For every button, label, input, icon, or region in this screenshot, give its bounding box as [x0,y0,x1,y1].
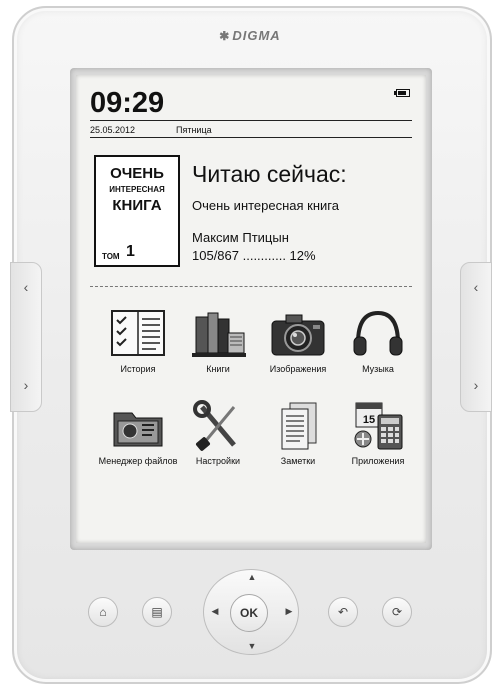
app-music[interactable]: Музыка [333,307,423,374]
header-divider-top [90,120,412,121]
app-books[interactable]: Книги [173,307,263,374]
notes-icon [281,402,317,450]
app-settings-label: Настройки [195,456,241,466]
current-book-cover[interactable]: ОЧЕНЬ ИНТЕРЕСНАЯ КНИГА ТОМ 1 [94,155,180,267]
app-settings[interactable]: Настройки [173,399,263,466]
settings-tools-icon [193,400,236,451]
header-divider-bottom [90,137,412,138]
app-history[interactable]: История [93,307,183,374]
reading-now-heading: Читаю сейчас: [192,161,347,187]
app-file-manager-label: Менеджер файлов [98,456,178,466]
back-button[interactable]: ↶ [328,597,358,627]
brand-logo: ✱ DIGMA [219,28,281,43]
cover-volume-label: ТОМ [102,252,120,261]
cover-title-line3: КНИГА [112,197,162,214]
cover-title-line2: ИНТЕРЕСНАЯ [109,185,165,194]
app-applications[interactable]: 15 Приложения [333,399,423,466]
history-checklist-icon [111,310,165,356]
page-back-button-left[interactable]: ‹ [11,279,41,295]
svg-text:15: 15 [363,414,375,426]
ok-button[interactable]: OK [230,594,268,632]
page-forward-button-left[interactable]: › [11,377,41,393]
current-book-author: Максим Птицын [192,230,289,245]
app-notes[interactable]: Заметки [253,399,343,466]
dpad-down-arrow[interactable]: ▼ [246,641,258,651]
right-page-turn-bar: ‹ › [460,262,492,412]
books-icon [192,312,246,357]
app-applications-label: Приложения [351,456,405,466]
app-file-manager[interactable]: Менеджер файлов [93,399,183,466]
apps-calendar-calculator-icon: 15 [354,402,403,450]
app-notes-label: Заметки [280,456,316,466]
left-page-turn-bar: ‹ › [10,262,42,412]
section-divider [90,286,412,287]
file-manager-icon [113,412,163,447]
app-images-label: Изображения [269,364,327,374]
home-button[interactable]: ⌂ [88,597,118,627]
page-forward-button-right[interactable]: › [461,377,491,393]
home-screen: 09:29 25.05.2012 Пятница ОЧЕНЬ ИНТЕРЕСНА… [76,75,426,543]
headphones-icon [353,310,403,356]
reading-progress: 105/867 ............ 12% [192,248,316,263]
dpad-up-arrow[interactable]: ▲ [246,572,258,582]
app-history-label: История [120,364,156,374]
battery-icon [394,89,410,97]
app-images[interactable]: Изображения [253,307,343,374]
current-book-title[interactable]: Очень интересная книга [192,198,339,213]
page-back-button-right[interactable]: ‹ [461,279,491,295]
cover-title-line1: ОЧЕНЬ [110,165,164,182]
clock: 09:29 [90,87,165,119]
weekday-label: Пятница [176,125,212,135]
cover-volume-number: 1 [126,243,135,260]
dpad-right-arrow[interactable]: ▶ [283,606,295,617]
rotate-refresh-button[interactable]: ⟳ [382,597,412,627]
date-label: 25.05.2012 [90,125,136,135]
app-music-label: Музыка [362,364,394,374]
app-books-label: Книги [206,364,230,374]
dpad-left-arrow[interactable]: ◀ [209,606,221,617]
menu-button[interactable]: ▤ [142,597,172,627]
camera-icon [271,314,325,356]
